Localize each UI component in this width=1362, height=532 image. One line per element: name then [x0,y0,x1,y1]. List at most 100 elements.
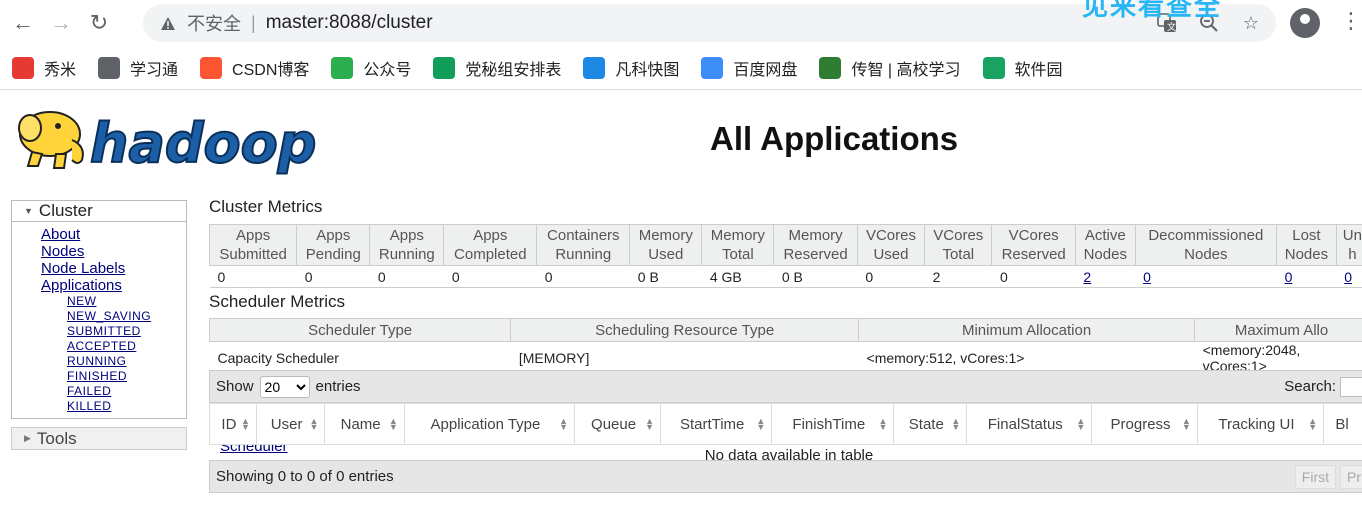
nav-state-new_saving[interactable]: NEW_SAVING [67,309,186,324]
cluster-nav-header[interactable]: ▼ Cluster [12,201,186,222]
sort-arrows-icon: ▲ ▼ [240,416,250,432]
metric-header-line: Apps [236,227,271,244]
metric-header-line: Lost [1292,227,1321,244]
column-header-user[interactable]: User ▲ ▼ [255,403,326,445]
metric-header: Apps Pending [296,224,371,266]
metric-header-line: Used [648,246,684,263]
sort-arrows-icon: ▲ ▼ [1181,416,1191,432]
fanke-icon [583,56,606,79]
metric-header-line: Total [942,246,975,263]
metric-header: Memory Total [701,224,775,266]
column-header-label: StartTime [679,415,745,433]
sort-arrows-icon: ▲ ▼ [878,416,888,432]
metric-header: Apps Completed [443,224,538,266]
nav-link-applications[interactable]: Applications [41,277,186,294]
column-header-queue[interactable]: Queue ▲ ▼ [574,403,662,445]
metric-value-link[interactable]: 2 [1083,269,1091,285]
metric-header-line: Completed [454,246,527,263]
table-info: Showing 0 to 0 of 0 entries [216,468,394,485]
nav-state-failed[interactable]: FAILED [67,384,186,399]
nav-state-finished[interactable]: FINISHED [67,369,186,384]
bookmark-item[interactable]: 学习通 [98,56,178,80]
bookmark-item[interactable]: 软件园 [982,56,1063,80]
column-header-progress[interactable]: Progress ▲ ▼ [1091,403,1198,445]
column-header-starttime[interactable]: StartTime ▲ ▼ [660,403,773,445]
nav-link-node-labels[interactable]: Node Labels [41,260,186,277]
column-header-id[interactable]: ID ▲ ▼ [209,403,257,445]
chuanzhi-icon [819,56,842,79]
metric-header: Un h [1335,224,1362,266]
column-header-application-type[interactable]: Application Type ▲ ▼ [403,403,576,445]
sort-arrows-icon: ▲ ▼ [951,416,961,432]
metric-header-line: Memory [788,227,843,244]
bookmark-label: 秀米 [44,61,77,79]
profile-avatar-icon[interactable] [1290,8,1320,38]
bookmark-item[interactable]: 传智 | 高校学习 [819,56,961,80]
metric-header-line: Pending [305,246,361,263]
column-header-state[interactable]: State ▲ ▼ [893,403,968,445]
pager-button[interactable]: Pr [1340,465,1362,489]
metric-value: 0 B [773,265,858,288]
hadoop-page: hadoop All Applications ▼ Cluster About N… [0,90,1362,532]
metric-header: VCores Used [856,224,926,266]
nav-link-about[interactable]: About [41,226,186,243]
bookmark-item[interactable]: CSDN博客 [200,56,309,80]
tools-label: Tools [36,428,77,448]
pager-button[interactable]: First [1294,465,1336,489]
overlay-watermark-text: 见来看查全 [1082,0,1223,21]
metric-value-link[interactable]: 0 [1285,269,1293,285]
metric-value-link[interactable]: 0 [1344,269,1352,285]
column-header-name[interactable]: Name ▲ ▼ [324,403,405,445]
bookmark-item[interactable]: 百度网盘 [701,56,797,80]
bookmark-item[interactable]: 凡科快图 [583,56,679,80]
bookmark-label: 学习通 [130,61,179,79]
back-arrow-icon[interactable]: ← [8,8,38,38]
warning-triangle-icon[interactable] [159,14,177,32]
search-input[interactable] [1340,377,1362,397]
bookmark-item[interactable]: 公众号 [331,56,411,80]
bookmark-label: 传智 | 高校学习 [851,61,961,79]
tools-nav-header[interactable]: ▶ Tools [11,427,187,450]
metric-header-line: Un [1342,227,1362,244]
sidebar: ▼ Cluster About Nodes Node Labels Applicati… [11,200,288,455]
column-header-bl[interactable]: Bl [1323,403,1362,445]
forward-arrow-icon[interactable]: → [46,8,76,38]
column-header-finishtime[interactable]: FinishTime ▲ ▼ [771,403,895,445]
cluster-nav-list: About Nodes Node Labels Applications NEW NEW_… [12,222,288,455]
nav-state-accepted[interactable]: ACCEPTED [67,339,186,354]
scheduler-header: Minimum Allocation [858,318,1196,342]
metric-header-line: Apps [473,227,508,244]
reload-icon[interactable]: ↻ [84,8,114,38]
sort-arrows-icon: ▲ ▼ [309,416,319,432]
metric-header: Apps Running [369,224,445,266]
column-header-finalstatus[interactable]: FinalStatus ▲ ▼ [966,403,1093,445]
metric-header-line: Active [1084,227,1126,244]
bookmark-label: 凡科快图 [615,61,680,79]
entries-label: entries [315,378,361,395]
nav-state-submitted[interactable]: SUBMITTED [67,324,186,339]
metric-header-line: VCores [933,227,984,244]
metric-value-link[interactable]: 0 [1143,269,1151,285]
nav-state-killed[interactable]: KILLED [67,399,186,414]
nav-state-running[interactable]: RUNNING [67,354,186,369]
bookmark-item[interactable]: 党秘组安排表 [433,56,561,80]
url-text[interactable]: master:8088/cluster [266,12,433,34]
metric-header-line: Containers [547,227,620,244]
column-header-tracking-ui[interactable]: Tracking UI ▲ ▼ [1196,403,1325,445]
more-menu-icon[interactable]: ⋮ [1340,8,1362,34]
app-states-list: NEW NEW_SAVING SUBMITTED ACCEPTED RUNNING FIN… [41,294,186,414]
page-size-select[interactable]: 20 [259,375,310,398]
expand-triangle-icon: ▶ [24,433,31,443]
nav-state-new[interactable]: NEW [67,294,186,309]
nav-link-nodes[interactable]: Nodes [41,243,186,260]
bookmark-item[interactable]: 秀米 [12,56,76,80]
bookmark-star-icon[interactable]: ☆ [1240,12,1262,34]
bookmark-label: 百度网盘 [733,61,798,79]
xiumi-icon [12,56,34,79]
metric-header-line: Nodes [1284,246,1329,263]
metric-header: Memory Reserved [773,224,858,266]
bookmarks-bar: 秀米 学习通 CSDN博客 公众号 党秘组安排表 凡科快图 百度网盘 传智 | 高校学习 软件园 [0,46,1362,90]
csdn-icon [200,56,223,79]
bookmark-label: 公众号 [363,61,412,79]
column-header-label: FinishTime [792,415,866,433]
